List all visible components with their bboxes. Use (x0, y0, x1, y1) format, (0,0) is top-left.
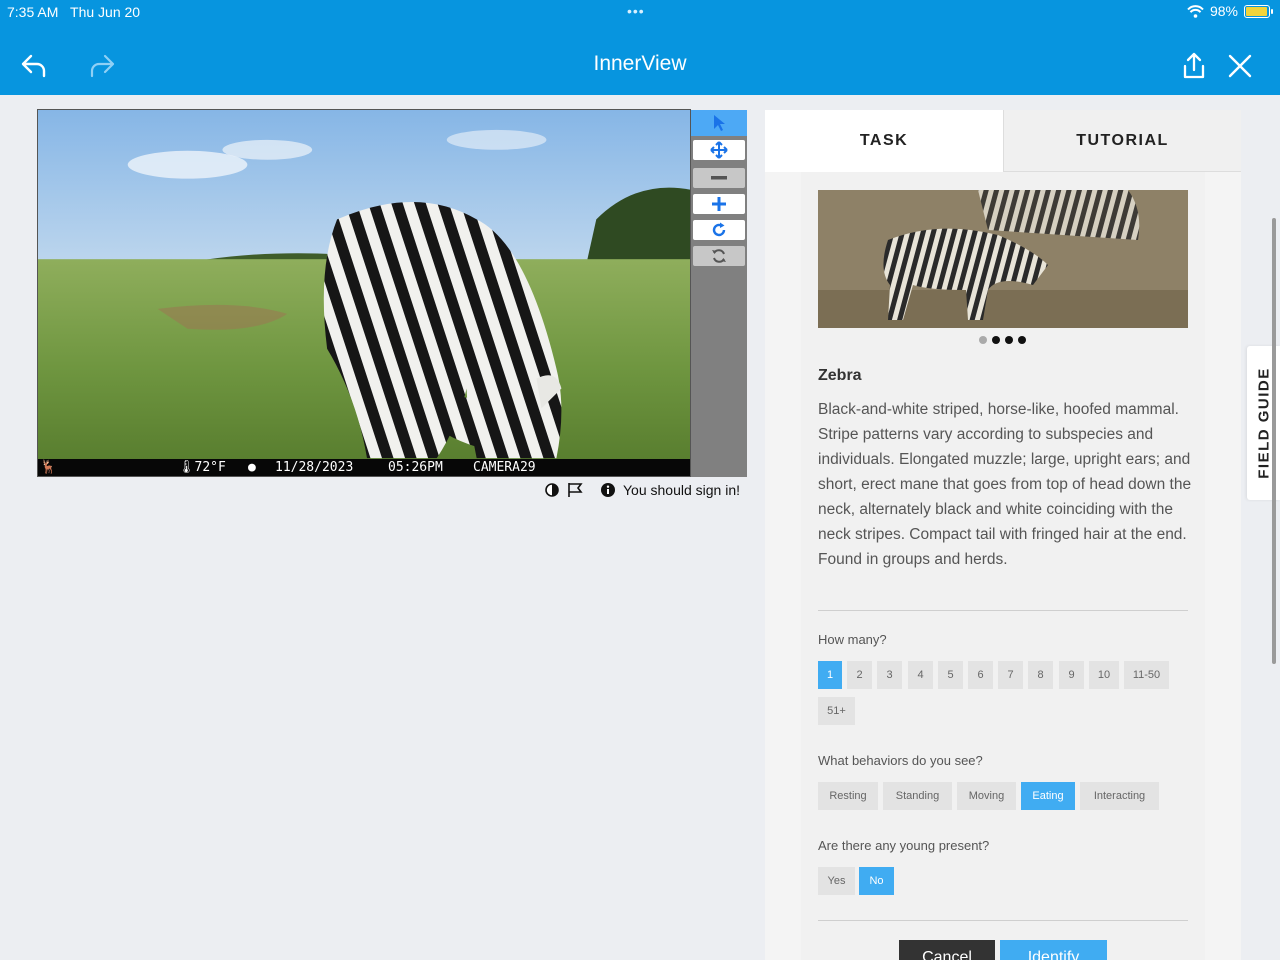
sign-in-message[interactable]: You should sign in! (623, 482, 740, 498)
share-icon[interactable] (1178, 50, 1210, 82)
scrollbar-thumb[interactable] (1272, 218, 1276, 664)
zebra-photo (38, 110, 690, 476)
battery-percent: 98% (1209, 3, 1238, 19)
battery-fill (1246, 6, 1267, 16)
app-header: 7:35 AM Thu Jun 20 ••• 98% InnerView (0, 0, 1280, 95)
camera-logo: 🦌 (40, 460, 57, 475)
rotate-icon[interactable] (693, 220, 745, 240)
behaviors-label: What behaviors do you see? (818, 753, 983, 768)
info-icon[interactable] (601, 483, 615, 497)
multitask-dots[interactable]: ••• (627, 3, 645, 19)
camera-id: CAMERA29 (473, 460, 536, 475)
contrast-icon[interactable] (545, 483, 559, 497)
flag-icon[interactable] (567, 482, 585, 498)
count-option-2[interactable]: 2 (847, 661, 872, 689)
camera-info-strip: 🦌 🌡72°F ● 11/28/2023 05:26PM CAMERA29 (38, 459, 690, 476)
carousel-dot[interactable] (1005, 336, 1013, 344)
carousel-dot[interactable] (992, 336, 1000, 344)
tab-tutorial[interactable]: TUTORIAL (1003, 110, 1241, 172)
field-guide-label: FIELD GUIDE (1255, 367, 1272, 479)
count-option-10[interactable]: 10 (1089, 661, 1119, 689)
species-name: Zebra (818, 367, 862, 384)
carousel-dot[interactable] (1018, 336, 1026, 344)
app-title: InnerView (593, 52, 687, 75)
behavior-standing[interactable]: Standing (883, 782, 952, 810)
classification-panel: TASK TUTORIAL Zebra Black-and-white stri… (765, 110, 1241, 960)
count-option-11-50[interactable]: 11-50 (1124, 661, 1169, 689)
behavior-moving[interactable]: Moving (957, 782, 1016, 810)
wifi-icon (1187, 4, 1204, 18)
panel-tabs: TASK TUTORIAL (765, 110, 1241, 172)
divider (818, 610, 1188, 611)
task-content: Zebra Black-and-white striped, horse-lik… (801, 172, 1205, 960)
time-readout: 05:26PM (388, 460, 443, 475)
count-option-9[interactable]: 9 (1059, 661, 1084, 689)
reset-icon[interactable] (693, 246, 745, 266)
temperature-readout: 🌡72°F (178, 460, 226, 475)
status-time: 7:35 AM Thu Jun 20 (7, 4, 141, 20)
count-option-1[interactable]: 1 (818, 661, 842, 689)
count-option-51-plus[interactable]: 51+ (818, 697, 855, 725)
battery-icon (1244, 4, 1273, 18)
carousel-dot[interactable] (979, 336, 987, 344)
count-option-4[interactable]: 4 (908, 661, 933, 689)
count-option-5[interactable]: 5 (938, 661, 963, 689)
count-option-3[interactable]: 3 (877, 661, 902, 689)
moon-phase-icon: ● (248, 460, 256, 475)
behavior-interacting[interactable]: Interacting (1080, 782, 1159, 810)
zoom-in-icon[interactable] (693, 194, 745, 214)
date-readout: 11/28/2023 (275, 460, 354, 475)
close-icon[interactable] (1224, 50, 1256, 82)
young-no[interactable]: No (859, 867, 894, 895)
count-option-6[interactable]: 6 (968, 661, 993, 689)
zoom-out-icon[interactable] (693, 168, 745, 188)
identify-button[interactable]: Identify (1000, 940, 1107, 960)
cancel-button[interactable]: Cancel (899, 940, 995, 960)
status-indicators: 98% (1187, 3, 1273, 19)
pan-icon[interactable] (693, 140, 745, 160)
young-label: Are there any young present? (818, 838, 990, 853)
behavior-eating[interactable]: Eating (1021, 782, 1075, 810)
count-option-7[interactable]: 7 (998, 661, 1023, 689)
young-yes[interactable]: Yes (818, 867, 855, 895)
carousel-dots[interactable] (979, 336, 1026, 344)
image-info-row: You should sign in! (545, 482, 740, 498)
tab-task[interactable]: TASK (765, 110, 1003, 172)
divider (818, 920, 1188, 921)
viewer-toolbar (691, 110, 747, 477)
species-example-photo[interactable] (818, 190, 1188, 328)
camera-image-viewer[interactable]: 🦌 🌡72°F ● 11/28/2023 05:26PM CAMERA29 (37, 109, 691, 477)
how-many-label: How many? (818, 632, 887, 647)
count-option-8[interactable]: 8 (1028, 661, 1053, 689)
pointer-icon[interactable] (691, 110, 747, 136)
species-description: Black-and-white striped, horse-like, hoo… (818, 401, 1192, 568)
behavior-resting[interactable]: Resting (818, 782, 878, 810)
